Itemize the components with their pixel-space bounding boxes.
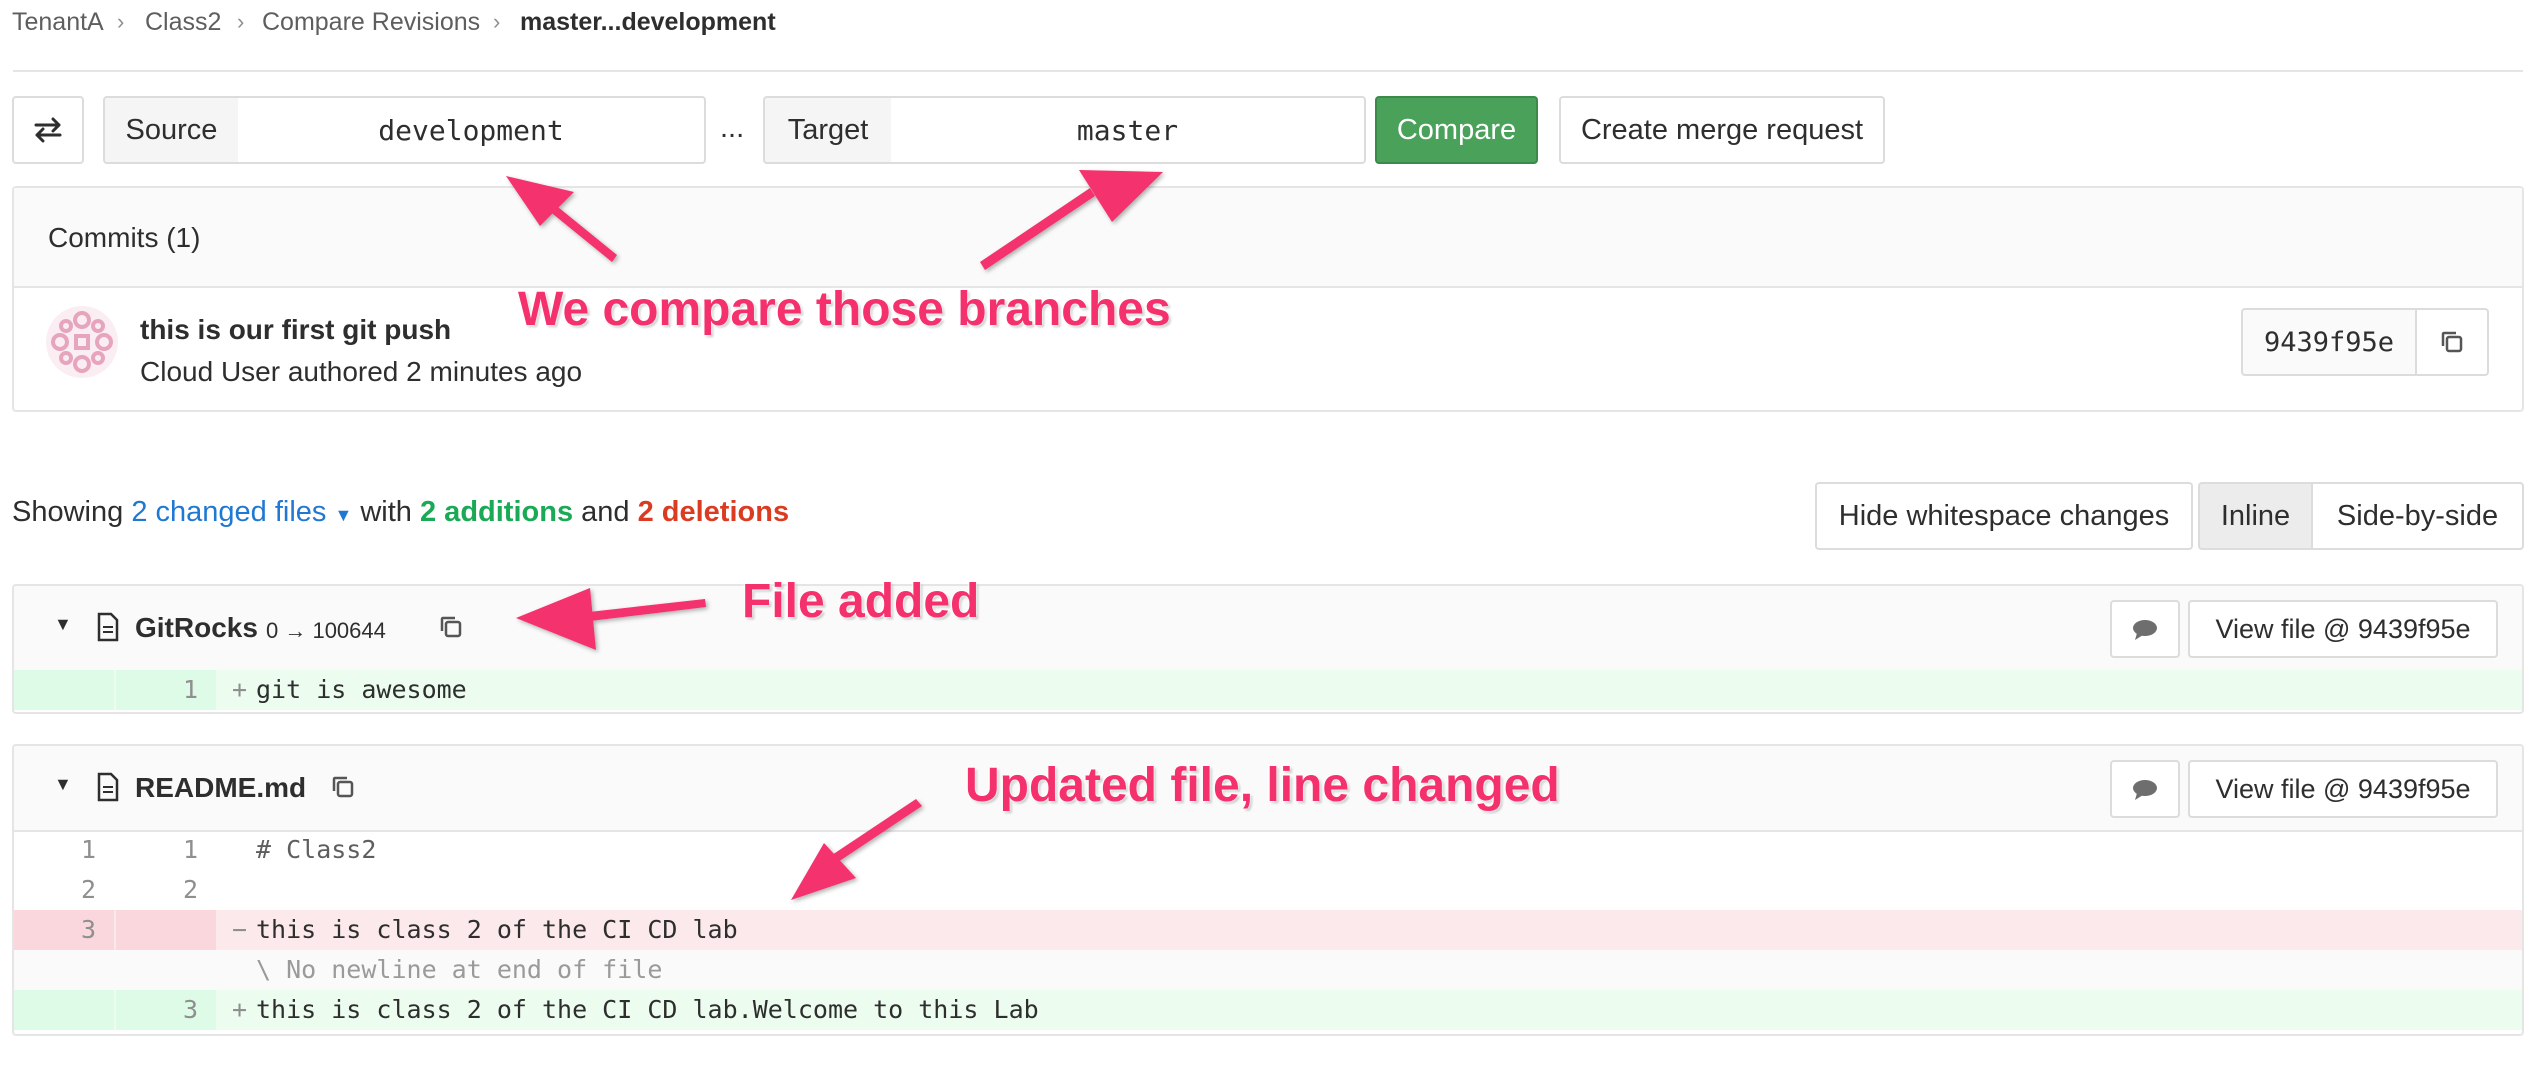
annotation-file-added: File added <box>742 575 980 628</box>
header-divider <box>13 70 2523 72</box>
diff-line-added: 1 + git is awesome <box>14 670 2522 710</box>
diff-code: git is awesome <box>256 675 467 704</box>
comment-icon <box>2133 780 2157 800</box>
target-label: Target <box>763 96 893 164</box>
changes-summary: Showing 2 changed files ▼ with 2 additio… <box>12 496 789 529</box>
chevron-right-icon: › <box>493 9 501 34</box>
source-branch-dropdown[interactable]: development <box>238 96 706 164</box>
diff-line-context: 1 1 # Class2 <box>14 830 2522 870</box>
changed-files-dropdown[interactable]: 2 changed files ▼ <box>131 496 352 528</box>
comment-button[interactable] <box>2110 600 2180 658</box>
source-label: Source <box>103 96 240 164</box>
commits-title: Commits (1) <box>48 222 201 253</box>
swap-revisions-button[interactable] <box>12 96 84 164</box>
identicon-avatar <box>46 306 118 378</box>
breadcrumb-current: master...development <box>520 8 776 36</box>
old-line-number[interactable]: 2 <box>14 870 114 910</box>
annotation-updated-file: Updated file, line changed <box>965 759 1560 812</box>
additions-count: 2 additions <box>420 496 574 528</box>
summary-and: and <box>581 496 630 528</box>
side-by-side-button[interactable]: Side-by-side <box>2311 482 2524 550</box>
breadcrumb-project[interactable]: Class2 <box>145 8 221 37</box>
commit-sha-button[interactable]: 9439f95e <box>2241 308 2417 376</box>
diff-file-gitrocks: ▼ GitRocks 0 → 100644 View file @ 9439f9… <box>12 584 2524 714</box>
file-header: ▼ GitRocks 0 → 100644 View file @ 9439f9… <box>14 586 2522 672</box>
chevron-right-icon: › <box>117 9 125 34</box>
file-icon <box>97 772 119 802</box>
old-line-number <box>14 950 114 990</box>
commit-message-link[interactable]: this is our first git push <box>140 314 451 346</box>
collapse-caret-icon[interactable]: ▼ <box>54 614 72 635</box>
diff-code: this is class 2 of the CI CD lab <box>256 915 738 944</box>
file-name-link[interactable]: GitRocks <box>135 612 258 644</box>
compare-button[interactable]: Compare <box>1375 96 1538 164</box>
file-icon <box>97 612 119 642</box>
comment-icon <box>2133 620 2157 640</box>
summary-prefix: Showing <box>12 496 124 528</box>
diff-sign: − <box>232 915 248 944</box>
diff-code: # Class2 <box>256 835 377 864</box>
view-file-button[interactable]: View file @ 9439f95e <box>2188 760 2498 818</box>
target-branch-dropdown[interactable]: master <box>891 96 1366 164</box>
create-merge-request-button[interactable]: Create merge request <box>1559 96 1885 164</box>
new-line-number[interactable]: 3 <box>116 990 216 1030</box>
annotation-branches: We compare those branches <box>518 283 1171 336</box>
file-name-link[interactable]: README.md <box>135 772 306 804</box>
hide-whitespace-button[interactable]: Hide whitespace changes <box>1815 482 2193 550</box>
copy-file-path-icon[interactable] <box>438 614 464 640</box>
new-line-number[interactable]: 1 <box>116 670 216 710</box>
commits-panel: Commits (1) this is our first git push C… <box>12 186 2524 412</box>
new-line-number <box>116 950 216 990</box>
inline-view-button[interactable]: Inline <box>2198 482 2313 550</box>
old-line-number <box>14 670 114 710</box>
changed-files-label: 2 changed files <box>131 496 327 528</box>
range-separator: ... <box>720 112 745 144</box>
commits-header: Commits (1) <box>14 188 2522 288</box>
diff-line-context: 2 2 <box>14 870 2522 910</box>
old-line-number[interactable]: 3 <box>14 910 114 950</box>
avatar-pattern-icon <box>51 311 113 373</box>
diff-line-added: 3 + this is class 2 of the CI CD lab.Wel… <box>14 990 2522 1030</box>
copy-sha-button[interactable] <box>2415 308 2489 376</box>
caret-down-icon: ▼ <box>334 505 353 525</box>
diff-line-meta: \ No newline at end of file <box>14 950 2522 990</box>
copy-icon <box>2441 331 2463 353</box>
copy-file-path-icon[interactable] <box>330 774 356 800</box>
new-line-number <box>116 910 216 950</box>
swap-arrows-icon <box>34 117 62 143</box>
collapse-caret-icon[interactable]: ▼ <box>54 774 72 795</box>
old-line-number[interactable]: 1 <box>14 830 114 870</box>
diff-line-removed: 3 − this is class 2 of the CI CD lab <box>14 910 2522 950</box>
diff-sign: + <box>232 995 248 1024</box>
diff-sign: + <box>232 675 248 704</box>
diff-code: this is class 2 of the CI CD lab.Welcome… <box>256 995 1039 1024</box>
view-file-button[interactable]: View file @ 9439f95e <box>2188 600 2498 658</box>
breadcrumb-tenant[interactable]: TenantA <box>12 8 104 37</box>
summary-with: with <box>360 496 412 528</box>
old-line-number <box>14 990 114 1030</box>
new-line-number[interactable]: 1 <box>116 830 216 870</box>
file-mode-change: 0 → 100644 <box>266 618 386 643</box>
new-line-number[interactable]: 2 <box>116 870 216 910</box>
commit-author-line: Cloud User authored 2 minutes ago <box>140 356 583 387</box>
deletions-count: 2 deletions <box>637 496 790 528</box>
no-newline-notice: \ No newline at end of file <box>256 955 663 984</box>
breadcrumb-compare[interactable]: Compare Revisions <box>262 8 480 37</box>
comment-button[interactable] <box>2110 760 2180 818</box>
chevron-right-icon: › <box>237 9 245 34</box>
